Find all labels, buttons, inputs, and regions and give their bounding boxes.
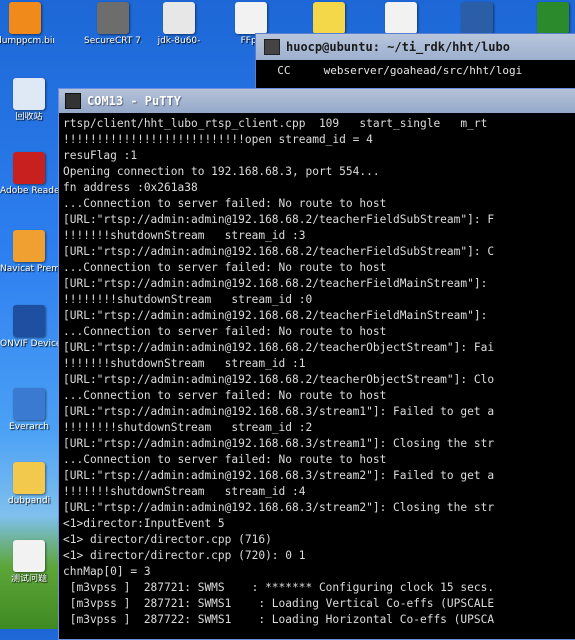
desktop-icon-label: SecureCRT 7.1 bbox=[84, 36, 142, 46]
terminal-line: [URL:"rtsp://admin:admin@192.168.68.3/st… bbox=[63, 501, 495, 514]
terminal-line: ...Connection to server failed: No route… bbox=[63, 325, 387, 338]
desktop-icon[interactable]: dumppcm.bin bbox=[0, 2, 54, 46]
document-icon bbox=[385, 2, 417, 34]
vlc-cone-icon bbox=[9, 2, 41, 34]
adobe-reader-icon bbox=[13, 152, 45, 184]
desktop-icon-label: 回收站 bbox=[15, 112, 43, 122]
terminal-line: chnMap[0] = 3 bbox=[63, 565, 151, 578]
terminal-line: [URL:"rtsp://admin:admin@192.168.68.3/st… bbox=[63, 437, 495, 450]
terminal-line: [URL:"rtsp://admin:admin@192.168.68.2/te… bbox=[63, 213, 495, 226]
desktop-icon[interactable]: Adobe Reader XI bbox=[0, 152, 58, 196]
desktop-icon[interactable]: Navicat Premium bbox=[0, 230, 58, 274]
wireshark-icon bbox=[461, 2, 493, 34]
terminal-line: ...Connection to server failed: No route… bbox=[63, 261, 387, 274]
terminal-line: [URL:"rtsp://admin:admin@192.168.68.3/st… bbox=[63, 469, 495, 482]
putty-icon bbox=[65, 93, 81, 109]
folder-icon bbox=[13, 462, 45, 494]
network-icon bbox=[13, 388, 45, 420]
terminal-line: !!!!!!!shutdownStream stream_id :4 bbox=[63, 485, 306, 498]
help-document-icon bbox=[313, 2, 345, 34]
desktop-icon-label: jdk-8u60- bbox=[157, 36, 201, 46]
desktop-icon-label: dumppcm.bin bbox=[0, 36, 54, 46]
desktop-icon-label: dubpandi bbox=[7, 496, 51, 506]
onvif-icon bbox=[13, 305, 45, 337]
document-icon bbox=[235, 2, 267, 34]
desktop-icon-label: Everarch bbox=[9, 422, 49, 432]
terminal-line: [URL:"rtsp://admin:admin@192.168.68.2/te… bbox=[63, 341, 495, 354]
desktop-icon[interactable]: dubpandi bbox=[0, 462, 58, 506]
desktop-icon[interactable]: ONVIF Device Test Tool bbox=[0, 305, 58, 349]
terminal-line: fn address :0x261a38 bbox=[63, 181, 198, 194]
terminal-line: [m3vpss ] 287721: SWMS : ******* Configu… bbox=[63, 581, 495, 594]
recycle-bin-icon bbox=[13, 78, 45, 110]
desktop-icon[interactable]: 回收站 bbox=[0, 78, 58, 122]
terminal-line: Opening connection to 192.168.68.3, port… bbox=[63, 165, 380, 178]
terminal-line: rtsp/client/hht_lubo_rtsp_client.cpp 109… bbox=[63, 117, 488, 130]
terminal-line: [m3vpss ] 287722: SWMS1 : Loading Horizo… bbox=[63, 613, 495, 626]
terminal-line: [URL:"rtsp://admin:admin@192.168.68.2/te… bbox=[63, 309, 488, 322]
terminal-line: [URL:"rtsp://admin:admin@192.168.68.2/te… bbox=[63, 245, 495, 258]
com13-window-title: COM13 - PuTTY bbox=[87, 94, 181, 108]
com13-window-titlebar[interactable]: COM13 - PuTTY bbox=[59, 89, 575, 113]
terminal-line: [m3vpss ] 287721: SWMS1 : Loading Vertic… bbox=[63, 597, 495, 610]
desktop-icon[interactable] bbox=[300, 2, 358, 36]
serial-terminal-output[interactable]: rtsp/client/hht_lubo_rtsp_client.cpp 109… bbox=[59, 113, 575, 628]
terminal-line: [URL:"rtsp://admin:admin@192.168.68.2/te… bbox=[63, 373, 495, 386]
terminal-line: ...Connection to server failed: No route… bbox=[63, 389, 387, 402]
java-icon bbox=[163, 2, 195, 34]
desktop-icon[interactable] bbox=[448, 2, 506, 36]
terminal-line: <1>director:InputEvent 5 bbox=[63, 517, 225, 530]
terminal-line: [URL:"rtsp://admin:admin@192.168.68.2/te… bbox=[63, 277, 488, 290]
desktop-icon[interactable]: SecureCRT 7.1 bbox=[84, 2, 142, 46]
terminal-line: !!!!!!!!!!!!!!!!!!!!!!!!!!!open streamd_… bbox=[63, 133, 373, 146]
terminal-line: ...Connection to server failed: No route… bbox=[63, 197, 387, 210]
bug-icon bbox=[537, 2, 569, 34]
terminal-line: <1> director/director.cpp (720): 0 1 bbox=[63, 549, 306, 562]
putty-com13-window[interactable]: COM13 - PuTTY rtsp/client/hht_lubo_rtsp_… bbox=[58, 88, 575, 640]
desktop-icon[interactable]: Everarch bbox=[0, 388, 58, 432]
desktop-icon-label: ONVIF Device Test Tool bbox=[0, 339, 58, 349]
securecrt-icon bbox=[97, 2, 129, 34]
desktop-icon-label: Navicat Premium bbox=[0, 264, 58, 274]
putty-icon bbox=[264, 39, 280, 55]
terminal-line: ...Connection to server failed: No route… bbox=[63, 453, 387, 466]
ssh-window-title: huocp@ubuntu: ~/ti_rdk/hht/lubo bbox=[286, 40, 510, 54]
putty-ssh-window[interactable]: huocp@ubuntu: ~/ti_rdk/hht/lubo CC webse… bbox=[255, 33, 575, 95]
terminal-line: !!!!!!!shutdownStream stream_id :3 bbox=[63, 229, 306, 242]
desktop-icon-label: Adobe Reader XI bbox=[0, 186, 58, 196]
desktop-icon[interactable]: jdk-8u60- bbox=[150, 2, 208, 46]
terminal-line: !!!!!!!!shutdownStream stream_id :0 bbox=[63, 293, 313, 306]
terminal-line: <1> director/director.cpp (716) bbox=[63, 533, 272, 546]
ssh-window-titlebar[interactable]: huocp@ubuntu: ~/ti_rdk/hht/lubo bbox=[256, 34, 575, 60]
terminal-line: resuFlag :1 bbox=[63, 149, 138, 162]
navicat-icon bbox=[13, 230, 45, 262]
document-icon bbox=[13, 540, 45, 572]
desktop-icon-label: 测试问题 bbox=[10, 574, 47, 584]
terminal-line: !!!!!!!!shutdownStream stream_id :2 bbox=[63, 421, 313, 434]
desktop-icon[interactable]: 测试问题 bbox=[0, 540, 58, 584]
desktop-icon[interactable] bbox=[524, 2, 575, 36]
terminal-line: [URL:"rtsp://admin:admin@192.168.68.3/st… bbox=[63, 405, 495, 418]
ssh-terminal-output[interactable]: CC webserver/goahead/src/hht/logi bbox=[256, 60, 575, 81]
desktop-icon[interactable] bbox=[372, 2, 430, 36]
terminal-line: !!!!!!!shutdownStream stream_id :1 bbox=[63, 357, 306, 370]
